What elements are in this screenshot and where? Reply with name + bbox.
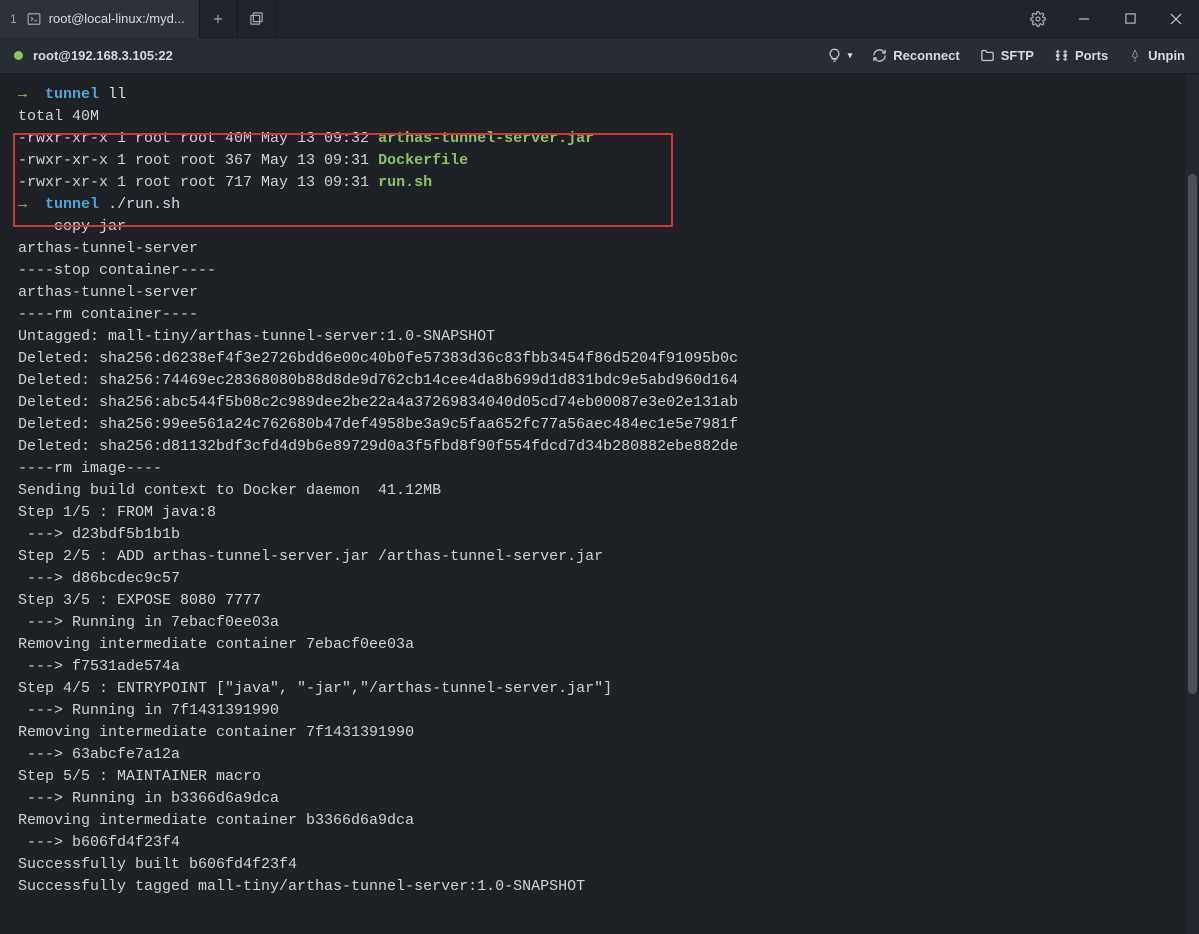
ports-label: Ports [1075,48,1108,63]
maximize-button[interactable] [1107,0,1153,38]
scrollbar-thumb[interactable] [1188,174,1197,694]
prompt-arrow-icon: → [18,196,27,213]
session-bar: root@192.168.3.105:22 ▾ Reconnect SFTP P… [0,38,1199,74]
sftp-button[interactable]: SFTP [980,48,1034,63]
session-actions: ▾ Reconnect SFTP Ports Unpin [827,48,1185,63]
ls-row-3-file: run.sh [378,174,432,191]
host-label: root@192.168.3.105:22 [33,48,173,63]
minimize-button[interactable] [1061,0,1107,38]
terminal-area: → tunnel ll total 40M -rwxr-xr-x 1 root … [0,74,1199,934]
settings-button[interactable] [1015,0,1061,38]
ls-row-1-meta: -rwxr-xr-x 1 root root 40M May 13 09:32 [18,130,378,147]
sftp-label: SFTP [1001,48,1034,63]
titlebar: 1 root@local-linux:/myd... [0,0,1199,38]
hints-button[interactable]: ▾ [827,48,853,63]
terminal-icon [27,12,41,26]
ls-row-3-meta: -rwxr-xr-x 1 root root 717 May 13 09:31 [18,174,378,191]
session-host[interactable]: root@192.168.3.105:22 [14,48,173,63]
ports-button[interactable]: Ports [1054,48,1108,63]
tab-title: root@local-linux:/myd... [49,11,185,26]
ls-total: total 40M [18,108,99,125]
active-tab[interactable]: 1 root@local-linux:/myd... [0,0,200,38]
close-button[interactable] [1153,0,1199,38]
scrollbar-track[interactable] [1186,74,1199,934]
ls-row-2-meta: -rwxr-xr-x 1 root root 367 May 13 09:31 [18,152,378,169]
terminal-output[interactable]: → tunnel ll total 40M -rwxr-xr-x 1 root … [0,74,1186,934]
new-tab-button[interactable] [200,0,238,38]
reconnect-button[interactable]: Reconnect [872,48,959,63]
chevron-down-icon: ▾ [848,50,853,61]
windows-button[interactable] [238,0,276,38]
command-ll: ll [108,86,126,103]
prompt-arrow-icon: → [18,86,27,103]
reconnect-label: Reconnect [893,48,959,63]
tab-number: 1 [10,12,17,26]
command-run: ./run.sh [108,196,180,213]
status-dot-icon [14,51,23,60]
docker-build-output: ----copy jar---- arthas-tunnel-server --… [18,218,738,895]
prompt-dir: tunnel [45,196,99,213]
titlebar-right [1015,0,1199,37]
ls-row-2-file: Dockerfile [378,152,468,169]
ls-row-1-file: arthas-tunnel-server.jar [378,130,594,147]
titlebar-left: 1 root@local-linux:/myd... [0,0,276,37]
unpin-button[interactable]: Unpin [1128,48,1185,63]
prompt-dir: tunnel [45,86,99,103]
unpin-label: Unpin [1148,48,1185,63]
